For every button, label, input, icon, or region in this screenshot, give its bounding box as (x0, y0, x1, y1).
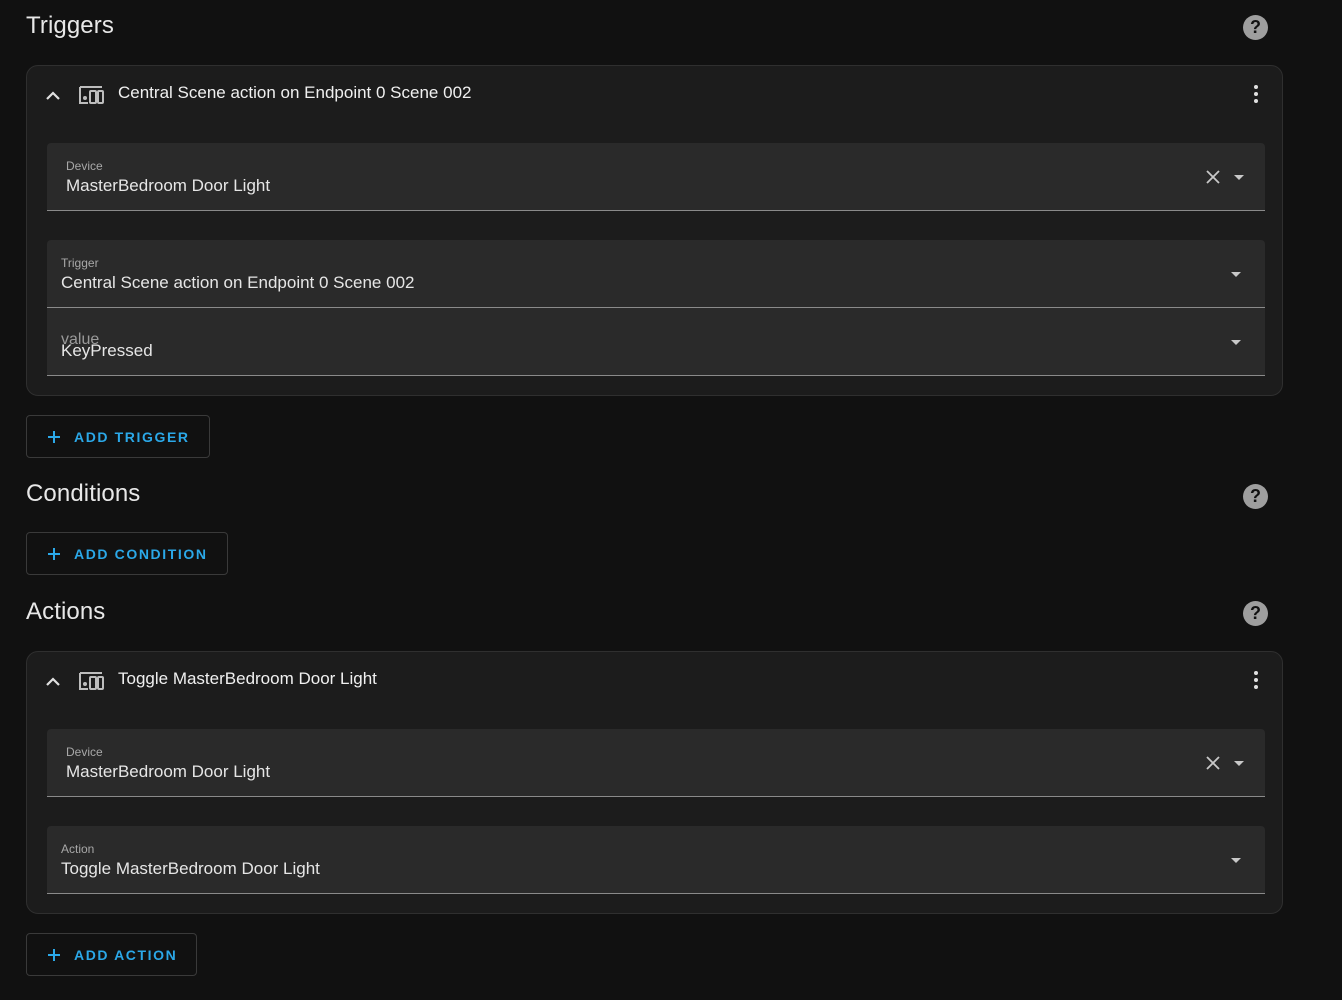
add-trigger-label: Add trigger (74, 428, 190, 445)
chevron-up-icon[interactable] (41, 84, 65, 108)
actions-help-icon[interactable]: ? (1243, 601, 1268, 626)
conditions-heading: Conditions (26, 480, 141, 507)
add-condition-label: Add condition (74, 545, 208, 562)
trigger-type-select[interactable]: Trigger Central Scene action on Endpoint… (47, 240, 1265, 308)
chevron-up-icon[interactable] (41, 670, 65, 694)
add-action-button[interactable]: Add action (26, 933, 198, 976)
action-type-select[interactable]: Action Toggle MasterBedroom Door Light (47, 826, 1265, 894)
conditions-help-icon[interactable]: ? (1243, 484, 1268, 509)
action-device-select[interactable]: Device MasterBedroom Door Light (47, 729, 1265, 797)
automation-editor: Triggers ? Central Scene action on Endpo… (0, 0, 1342, 1000)
device-icon (79, 672, 104, 690)
field-value: Central Scene action on Endpoint 0 Scene… (61, 273, 415, 292)
kebab-menu-icon[interactable] (1244, 668, 1268, 692)
action-card-header: Toggle MasterBedroom Door Light (27, 652, 1282, 710)
dropdown-arrow-icon[interactable] (1231, 169, 1247, 185)
device-icon (79, 86, 104, 104)
kebab-menu-icon[interactable] (1244, 82, 1268, 106)
trigger-card-title: Central Scene action on Endpoint 0 Scene… (118, 83, 472, 102)
trigger-device-select[interactable]: Device MasterBedroom Door Light (47, 143, 1265, 211)
clear-icon[interactable] (1203, 753, 1223, 773)
field-label: Trigger (61, 256, 99, 270)
field-value: MasterBedroom Door Light (66, 176, 271, 195)
trigger-card-header: Central Scene action on Endpoint 0 Scene… (27, 66, 1282, 124)
trigger-card: Central Scene action on Endpoint 0 Scene… (26, 65, 1283, 396)
dropdown-arrow-icon[interactable] (1228, 334, 1244, 350)
triggers-heading: Triggers (26, 12, 114, 39)
field-value: Toggle MasterBedroom Door Light (61, 859, 320, 878)
dropdown-arrow-icon[interactable] (1228, 852, 1244, 868)
plus-icon (48, 547, 60, 560)
field-label: Device (66, 159, 103, 173)
action-card: Toggle MasterBedroom Door Light Device M… (26, 651, 1283, 914)
add-condition-button[interactable]: Add condition (26, 532, 228, 575)
plus-icon (48, 430, 60, 443)
field-label: Action (61, 842, 95, 856)
triggers-help-icon[interactable]: ? (1243, 15, 1268, 40)
field-value: KeyPressed (61, 341, 153, 360)
trigger-value-select[interactable]: value KeyPressed (47, 308, 1265, 376)
field-label: Device (66, 745, 103, 759)
actions-heading: Actions (26, 598, 106, 625)
clear-icon[interactable] (1203, 167, 1223, 187)
add-trigger-button[interactable]: Add trigger (26, 415, 210, 458)
field-value: MasterBedroom Door Light (66, 762, 271, 781)
add-action-label: Add action (74, 946, 178, 963)
dropdown-arrow-icon[interactable] (1231, 755, 1247, 771)
plus-icon (48, 948, 60, 961)
dropdown-arrow-icon[interactable] (1228, 266, 1244, 282)
action-card-title: Toggle MasterBedroom Door Light (118, 669, 377, 688)
